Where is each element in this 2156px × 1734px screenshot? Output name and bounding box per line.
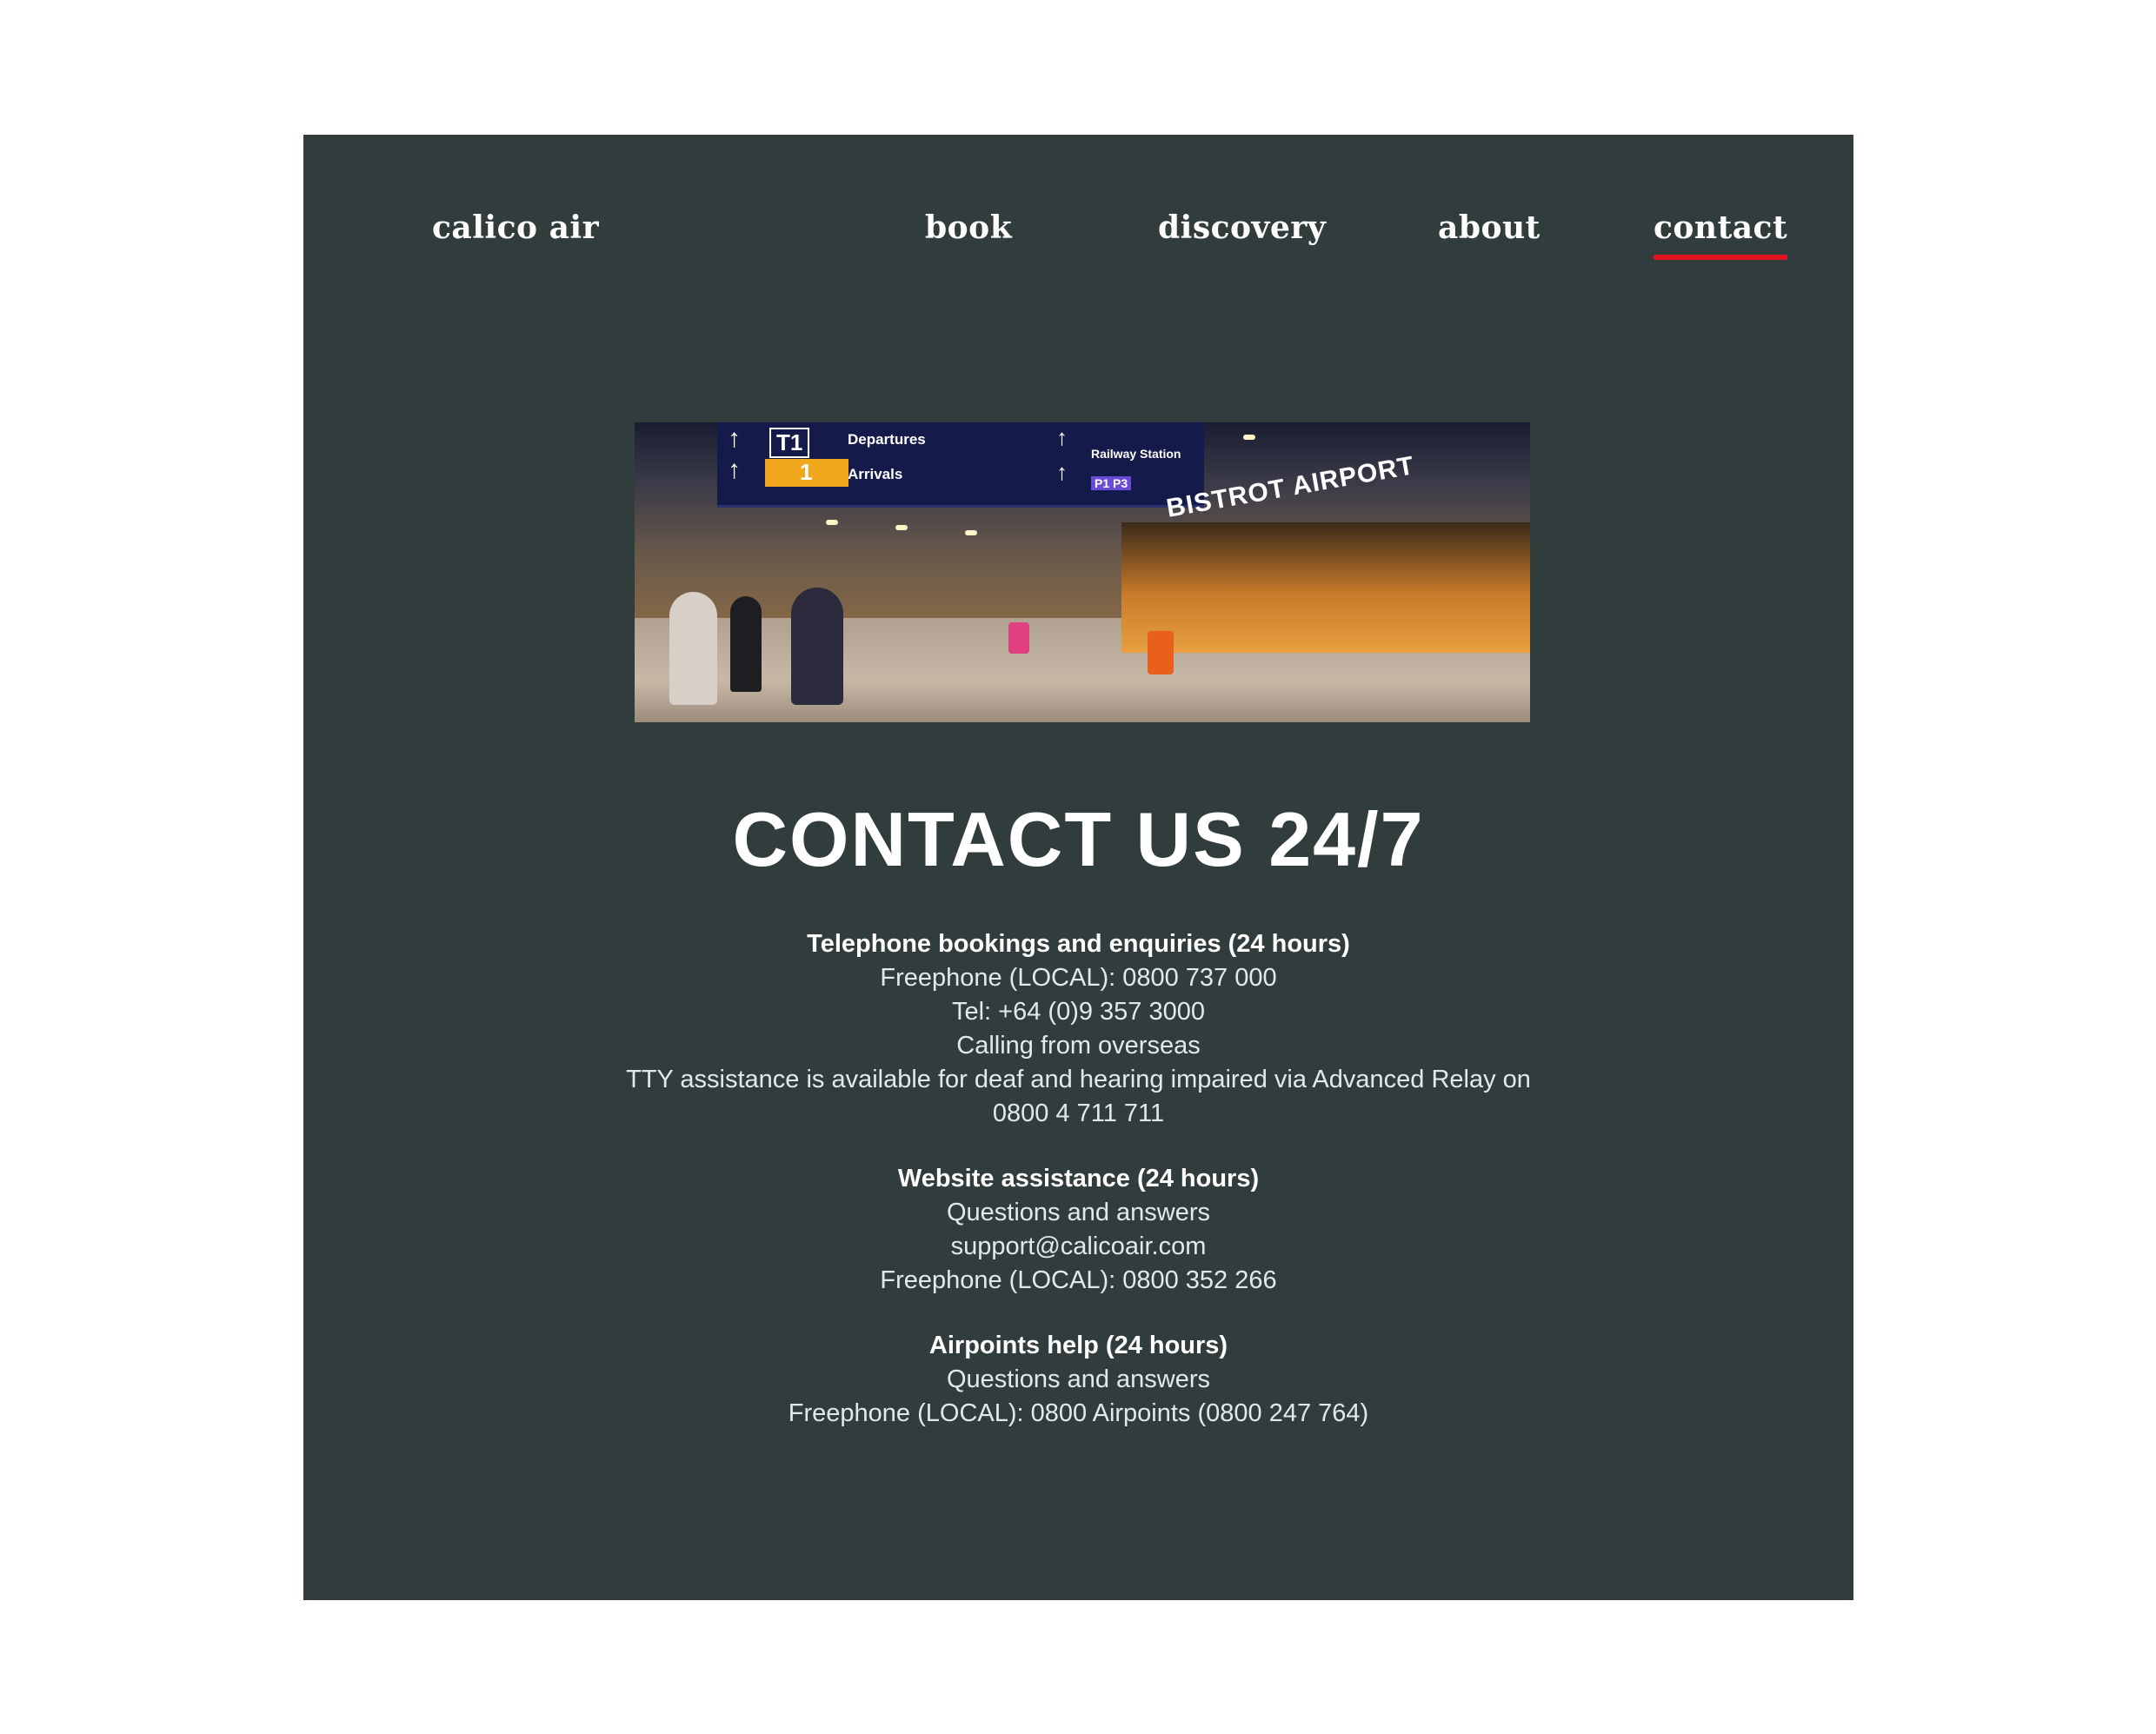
hero-yellow-sign: 1 [765,459,848,487]
ceiling-light [895,525,908,530]
telephone-heading: Telephone bookings and enquiries (24 hou… [807,930,1350,958]
ceiling-light [826,520,838,525]
parking-label: P1 P3 [1091,476,1132,490]
ceiling-light [965,530,977,535]
arrow-up-icon: ↑ [728,455,741,484]
website-section: Website assistance (24 hours) Questions … [303,1162,1853,1298]
airpoints-section: Airpoints help (24 hours) Questions and … [303,1329,1853,1431]
arrow-up-icon: ↑ [1056,424,1068,450]
telephone-tel: Tel: +64 (0)9 357 3000 [951,998,1206,1026]
nav-item-about[interactable]: about [1438,209,1540,246]
arrow-up-icon: ↑ [1056,459,1068,485]
telephone-section: Telephone bookings and enquiries (24 hou… [303,927,1853,1131]
gate-number: 1 [800,459,813,485]
terminal-label: T1 [769,428,810,458]
brand-logo[interactable]: calico air [432,209,599,246]
telephone-freephone: Freephone (LOCAL): 0800 737 000 [880,964,1277,992]
website-qa-link[interactable]: Questions and answers [947,1199,1210,1226]
airpoints-freephone: Freephone (LOCAL): 0800 Airpoints (0800 … [788,1399,1369,1427]
page-title: CONTACT US 24/7 [732,796,1425,882]
arrow-up-icon: ↑ [728,424,741,453]
airport-hero-image: ↑ ↑ T1 Departures Arrivals ↑ ↑ Railway S… [635,422,1530,722]
nav-item-discovery[interactable]: discovery [1158,209,1326,246]
main-panel: calico air book discovery about contact … [303,135,1853,1600]
traveler-figure [791,588,843,705]
luggage-figure [1148,631,1174,674]
hero-shopfront [1121,522,1530,653]
calling-overseas-link[interactable]: Calling from overseas [956,1032,1200,1060]
departures-label: Departures [848,431,926,448]
ceiling-light [1243,435,1255,440]
support-email-link[interactable]: support@calicoair.com [951,1232,1207,1260]
traveler-figure [730,596,762,692]
nav-item-contact[interactable]: contact [1654,209,1788,260]
website-heading: Website assistance (24 hours) [897,1165,1260,1193]
airpoints-qa-link[interactable]: Questions and answers [947,1365,1210,1393]
airpoints-heading: Airpoints help (24 hours) [928,1332,1228,1359]
luggage-figure [1008,622,1029,654]
traveler-figure [669,592,717,705]
website-freephone: Freephone (LOCAL): 0800 352 266 [880,1266,1277,1294]
tty-line-1: TTY assistance is available for deaf and… [626,1066,1531,1093]
railway-label: Railway Station [1091,447,1181,461]
tty-line-2: 0800 4 711 711 [992,1100,1165,1127]
nav-item-book[interactable]: book [925,209,1012,246]
arrivals-label: Arrivals [848,466,903,482]
